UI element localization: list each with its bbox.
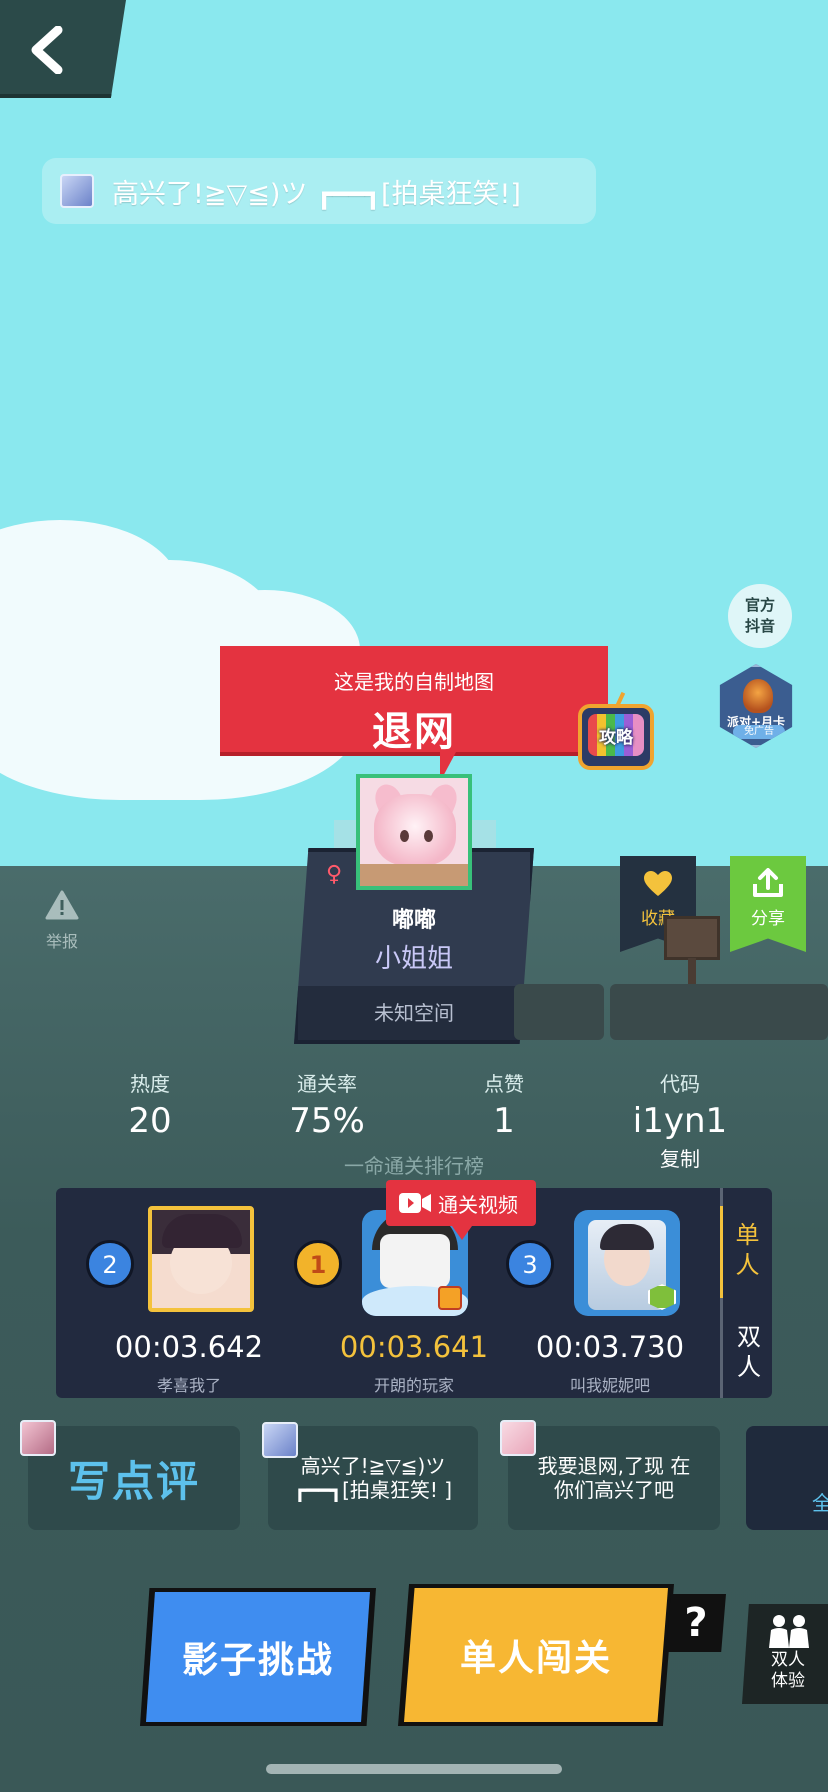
latest-comment-banner[interactable]: 高兴了!≧▽≦)ツ ┏━━┓[拍桌狂笑!] — [42, 158, 596, 224]
female-gender-icon: ♀ — [326, 862, 343, 887]
write-review-button[interactable]: 写点评 — [28, 1426, 240, 1530]
report-label: 举报 — [45, 932, 78, 951]
rank-badge-1: 1 — [294, 1240, 342, 1288]
map-subtitle: 这是我的自制地图 — [334, 670, 494, 694]
player-time-rank-3: 00:03.730 — [535, 1330, 685, 1364]
stat-heat: 热度 20 — [80, 1068, 220, 1141]
player-avatar-rank-3[interactable] — [574, 1210, 680, 1316]
player-time-rank-2: 00:03.642 — [114, 1330, 264, 1364]
stat-likes: 点赞 1 — [434, 1068, 574, 1141]
view-all-comments-button[interactable]: 全 — [746, 1426, 828, 1530]
stat-clear-rate-label: 通关率 — [297, 1072, 357, 1096]
tab-single[interactable]: 单人 — [720, 1206, 772, 1298]
stat-clear-rate: 通关率 75% — [257, 1068, 397, 1141]
rank-badge-3: 3 — [506, 1240, 554, 1288]
player-avatar-rank-2[interactable] — [148, 1206, 254, 1312]
stat-code-value: i1yn1 — [632, 1101, 728, 1141]
back-button[interactable] — [0, 0, 126, 98]
stone-block — [610, 984, 828, 1040]
report-button[interactable]: 举报 — [40, 890, 84, 952]
review-author-avatar — [20, 1420, 56, 1456]
share-icon — [753, 868, 783, 897]
comment-card[interactable]: 我要退网,了现 在你们高兴了吧 — [508, 1426, 720, 1530]
help-label: ? — [684, 1600, 708, 1646]
stone-block — [514, 984, 604, 1040]
creator-title: 小姐姐 — [374, 944, 453, 974]
stat-code-label: 代码 — [660, 1072, 700, 1096]
shadow-challenge-label: 影子挑战 — [181, 1640, 334, 1681]
help-button[interactable]: ? — [666, 1594, 726, 1652]
comment-text: 我要退网,了现 在你们高兴了吧 — [537, 1454, 691, 1502]
clear-video-button[interactable]: 通关视频 — [386, 1180, 536, 1240]
signpost — [664, 916, 720, 960]
stat-heat-label: 热度 — [130, 1072, 170, 1096]
rank-badge-2: 2 — [86, 1240, 134, 1288]
home-indicator[interactable] — [266, 1764, 562, 1774]
creator-avatar[interactable] — [356, 774, 472, 890]
stat-likes-value: 1 — [493, 1101, 515, 1141]
stat-heat-value: 20 — [128, 1101, 172, 1141]
tab-duo-label: 双人 — [737, 1323, 761, 1381]
player-name-rank-1: 开朗的玩家 — [373, 1376, 454, 1395]
single-play-button[interactable]: 单人闯关 — [404, 1588, 668, 1722]
tab-duo[interactable]: 双人 — [723, 1312, 775, 1392]
stat-clear-rate-value: 75% — [289, 1101, 365, 1141]
duo-experience-button[interactable]: 双人 体验 — [742, 1604, 828, 1704]
view-all-partial-label: 全 — [812, 1490, 828, 1515]
single-play-label: 单人闯关 — [459, 1638, 612, 1679]
guide-label: 攻略 — [599, 727, 633, 748]
map-title-card: 这是我的自制地图 退网 — [220, 646, 608, 782]
official-douyin-label: 官方 抖音 — [744, 596, 775, 635]
stat-likes-label: 点赞 — [484, 1072, 524, 1096]
share-label: 分享 — [751, 909, 785, 929]
two-people-icon — [769, 1615, 809, 1648]
warning-icon — [45, 890, 79, 920]
comment-text: 高兴了!≧▽≦)ツ ┏━━┓[拍桌狂笑! ] — [293, 1454, 453, 1502]
heart-icon — [644, 871, 672, 896]
leaderboard-tabs: 单人 双人 — [720, 1188, 772, 1398]
share-button[interactable]: 分享 — [730, 856, 806, 952]
creator-space: 未知空间 — [298, 986, 530, 1040]
tab-single-label: 单人 — [735, 1221, 760, 1279]
crown-icon — [438, 1286, 462, 1310]
clear-video-label: 通关视频 — [438, 1192, 518, 1217]
back-arrow-icon — [31, 26, 63, 74]
commenter-avatar — [60, 174, 94, 208]
write-review-label: 写点评 — [67, 1456, 200, 1506]
official-douyin-button[interactable]: 官方 抖音 — [728, 584, 792, 648]
tv-screen: 攻略 — [588, 714, 644, 756]
player-time-rank-1: 00:03.641 — [339, 1330, 489, 1364]
comment-card[interactable]: 高兴了!≧▽≦)ツ ┏━━┓[拍桌狂笑! ] — [268, 1426, 478, 1530]
video-camera-icon — [399, 1193, 431, 1213]
comment-author-avatar — [500, 1420, 536, 1456]
player-name-rank-2: 孝喜我了 — [156, 1376, 221, 1395]
duo-experience-label: 双人 体验 — [771, 1650, 805, 1691]
signpost-pole — [688, 958, 696, 986]
guide-tv-button[interactable]: 攻略 — [578, 691, 654, 770]
player-name-rank-3: 叫我妮妮吧 — [569, 1376, 650, 1395]
map-title: 退网 — [372, 709, 456, 755]
creator-name: 嘟嘟 — [391, 908, 436, 933]
leaderboard-title: 一命通关排行榜 — [344, 1154, 484, 1178]
comment-author-avatar — [262, 1422, 298, 1458]
banner-text: 高兴了!≧▽≦)ツ ┏━━┓[拍桌狂笑!] — [112, 178, 521, 210]
fox-mascot-icon — [743, 679, 773, 713]
shadow-challenge-button[interactable]: 影子挑战 — [146, 1592, 370, 1722]
